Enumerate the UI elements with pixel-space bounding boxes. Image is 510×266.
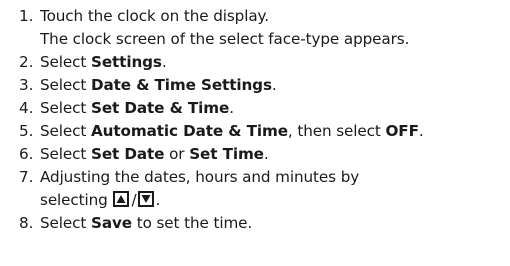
step-text: Select Date & Time Settings. xyxy=(40,74,504,97)
step-line: The clock screen of the select face-type… xyxy=(40,30,410,48)
step-4: 4. Select Set Date & Time. xyxy=(19,97,504,120)
step-6: 6. Select Set Date or Set Time. xyxy=(19,143,504,166)
step-text-plain: . xyxy=(229,99,234,117)
step-line: selecting /. xyxy=(40,189,504,212)
step-text: Select Set Date & Time. xyxy=(40,97,504,120)
step-option-value: OFF xyxy=(385,122,419,140)
step-8: 8. Select Save to set the time. xyxy=(19,212,504,235)
step-line: Adjusting the dates, hours and minutes b… xyxy=(40,168,360,186)
step-2: 2. Select Settings. xyxy=(19,51,504,74)
instruction-list: 1. Touch the clock on the display. The c… xyxy=(19,5,504,235)
step-text-plain: . xyxy=(418,122,424,140)
step-number: 2. xyxy=(19,53,34,71)
step-text-plain: Select xyxy=(40,53,91,71)
step-text-plain: selecting xyxy=(40,191,113,209)
step-text-plain: Select xyxy=(40,145,91,163)
step-number: 8. xyxy=(19,214,34,232)
down-arrow-icon xyxy=(138,191,155,207)
step-number: 6. xyxy=(19,145,34,163)
step-text-plain: . xyxy=(161,53,167,71)
step-text: Select Automatic Date & Time, then selec… xyxy=(40,120,504,143)
step-text-plain: or xyxy=(164,145,190,163)
step-text-plain: , then select xyxy=(287,122,386,140)
step-number: 5. xyxy=(19,122,34,140)
step-3: 3. Select Date & Time Settings. xyxy=(19,74,504,97)
step-number: 4. xyxy=(19,99,34,117)
step-number: 3. xyxy=(19,76,34,94)
up-arrow-icon xyxy=(113,191,130,207)
step-number: 1. xyxy=(19,7,34,25)
step-text: Select Settings. xyxy=(40,51,504,74)
step-text-plain: Select xyxy=(40,99,91,117)
step-1: 1. Touch the clock on the display. The c… xyxy=(19,5,504,51)
step-text-plain: to set the time. xyxy=(131,214,253,232)
step-menu-item: Automatic Date & Time xyxy=(90,122,288,140)
step-menu-item: Settings xyxy=(90,53,162,71)
step-text: Select Set Date or Set Time. xyxy=(40,143,504,166)
step-menu-item: Save xyxy=(90,214,132,232)
step-menu-item: Set Date xyxy=(90,145,165,163)
step-text-plain: Select xyxy=(40,122,91,140)
step-text-plain: . xyxy=(263,145,269,163)
step-text-plain: Select xyxy=(40,76,91,94)
step-5: 5. Select Automatic Date & Time, then se… xyxy=(19,120,504,143)
step-text: Adjusting the dates, hours and minutes b… xyxy=(40,166,504,212)
step-text: Touch the clock on the display. The cloc… xyxy=(40,5,504,51)
step-text-plain: Select xyxy=(40,214,91,232)
step-text-plain: . xyxy=(155,191,161,209)
step-line: Touch the clock on the display. xyxy=(40,7,269,25)
step-menu-item: Date & Time Settings xyxy=(90,76,272,94)
step-menu-item: Set Time xyxy=(189,145,264,163)
step-number: 7. xyxy=(19,168,34,186)
step-menu-item: Set Date & Time xyxy=(90,99,230,117)
step-7: 7. Adjusting the dates, hours and minute… xyxy=(19,166,504,212)
separator-slash: / xyxy=(131,191,137,209)
step-text: Select Save to set the time. xyxy=(40,212,504,235)
step-text-plain: . xyxy=(271,76,277,94)
